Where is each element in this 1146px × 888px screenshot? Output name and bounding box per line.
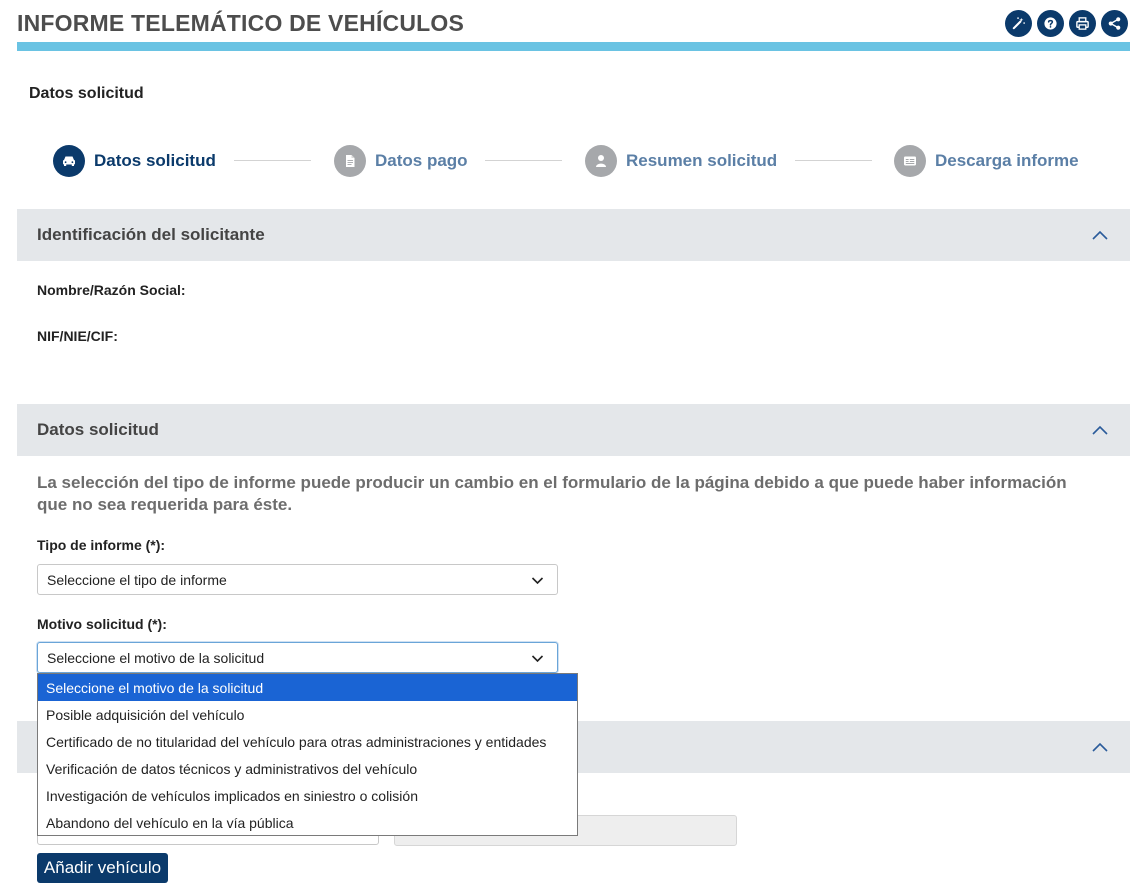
report-type-label: Tipo de informe (*):	[37, 537, 166, 553]
section-heading: Datos solicitud	[29, 85, 144, 102]
dropdown-option[interactable]: Investigación de vehículos implicados en…	[38, 782, 577, 809]
chevron-down-icon	[531, 655, 544, 663]
step-label: Datos solicitud	[94, 151, 216, 170]
chevron-down-icon	[531, 577, 544, 585]
step-resumen-solicitud[interactable]: Resumen solicitud	[585, 145, 777, 177]
car-icon	[53, 145, 85, 177]
panel-title: Datos solicitud	[37, 420, 159, 439]
step-connector	[795, 160, 872, 161]
report-type-value: Seleccione el tipo de informe	[47, 571, 227, 588]
dropdown-option[interactable]: Verificación de datos técnicos y adminis…	[38, 755, 577, 782]
progress-stepper: Datos solicitud Datos pago Resumen solic…	[53, 145, 1083, 177]
dropdown-option[interactable]: Seleccione el motivo de la solicitud	[38, 674, 577, 701]
identification-panel-header[interactable]: Identificación del solicitante	[17, 209, 1130, 261]
request-panel-header[interactable]: Datos solicitud	[17, 404, 1130, 456]
chevron-up-icon[interactable]	[1090, 737, 1110, 757]
nif-label: NIF/NIE/CIF:	[37, 328, 118, 344]
page-header: INFORME TELEMÁTICO DE VEHÍCULOS	[17, 0, 1130, 52]
card-icon	[894, 145, 926, 177]
dropdown-option[interactable]: Abandono del vehículo en la vía pública	[38, 809, 577, 836]
step-label: Descarga informe	[935, 151, 1079, 170]
dropdown-option[interactable]: Posible adquisición del vehículo	[38, 701, 577, 728]
reason-label: Motivo solicitud (*):	[37, 616, 167, 632]
document-icon	[334, 145, 366, 177]
report-type-select[interactable]: Seleccione el tipo de informe	[37, 564, 558, 595]
reason-dropdown-list: Seleccione el motivo de la solicitud Pos…	[37, 673, 578, 836]
info-text: La selección del tipo de informe puede p…	[37, 473, 1067, 514]
add-vehicle-button[interactable]: Añadir vehículo	[37, 853, 168, 883]
step-datos-pago[interactable]: Datos pago	[334, 145, 468, 177]
reason-select[interactable]: Seleccione el motivo de la solicitud	[37, 642, 558, 673]
step-connector	[234, 160, 311, 161]
step-descarga-informe[interactable]: Descarga informe	[894, 145, 1079, 177]
panel-title: Identificación del solicitante	[37, 225, 265, 244]
wand-icon[interactable]	[1005, 10, 1032, 37]
step-connector	[485, 160, 562, 161]
header-toolbar	[1005, 10, 1128, 37]
chevron-up-icon[interactable]	[1090, 420, 1110, 440]
share-icon[interactable]	[1101, 10, 1128, 37]
page-title: INFORME TELEMÁTICO DE VEHÍCULOS	[17, 10, 465, 36]
step-label: Datos pago	[375, 151, 468, 170]
step-label: Resumen solicitud	[626, 151, 778, 170]
user-icon	[585, 145, 617, 177]
dropdown-option[interactable]: Certificado de no titularidad del vehícu…	[38, 728, 577, 755]
header-accent-bar	[17, 42, 1130, 51]
chevron-up-icon[interactable]	[1090, 225, 1110, 245]
step-datos-solicitud[interactable]: Datos solicitud	[53, 145, 216, 177]
help-icon[interactable]	[1037, 10, 1064, 37]
name-label: Nombre/Razón Social:	[37, 282, 186, 298]
print-icon[interactable]	[1069, 10, 1096, 37]
reason-value: Seleccione el motivo de la solicitud	[47, 649, 265, 666]
